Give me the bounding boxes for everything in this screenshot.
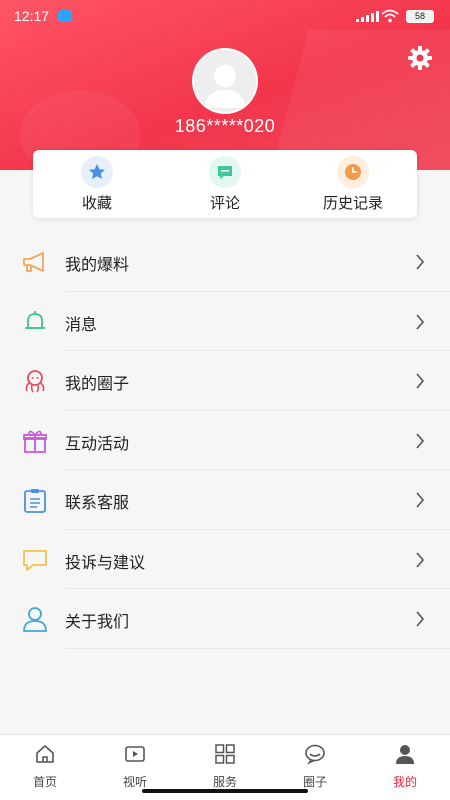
clock-icon [337, 156, 369, 188]
comment-icon [209, 156, 241, 188]
grid-icon [215, 744, 235, 764]
home-icon [36, 745, 54, 763]
chevron-right-icon [416, 254, 425, 270]
user-icon [396, 745, 414, 764]
wifi-icon [381, 9, 399, 23]
tab-label: 我的 [392, 775, 417, 789]
octopus-icon [25, 370, 45, 393]
status-bar: 12:17 58 [0, 0, 450, 32]
menu-list: 我的爆料 消息 我的圈子 互动活动 联系客服 投诉与建议 关于我们 [0, 232, 450, 649]
comments-button[interactable]: 评论 [165, 156, 285, 216]
quick-actions-card: 收藏 评论 历史记录 [33, 150, 417, 218]
tab-mine[interactable]: 我的 [360, 735, 450, 800]
divider [65, 647, 450, 649]
cloud-app-icon [58, 10, 72, 22]
gift-icon [23, 430, 47, 453]
default-avatar-icon [204, 65, 246, 108]
menu-item-label: 我的爆料 [65, 255, 130, 274]
star-icon [81, 156, 113, 188]
favorites-label: 收藏 [81, 194, 112, 212]
gear-icon[interactable] [406, 44, 434, 72]
chat-bubble-icon [23, 549, 47, 571]
tab-label: 视听 [122, 775, 147, 789]
battery-icon: 58 [406, 10, 434, 23]
history-button[interactable]: 历史记录 [293, 156, 413, 216]
menu-item-label: 投诉与建议 [65, 552, 146, 572]
history-label: 历史记录 [322, 194, 383, 212]
chevron-right-icon [416, 611, 425, 627]
menu-item-label: 互动活动 [65, 433, 130, 453]
menu-item-my-reports[interactable]: 我的爆料 [0, 232, 450, 292]
menu-item-about-us[interactable]: 关于我们 [0, 589, 450, 649]
menu-item-customer-service[interactable]: 联系客服 [0, 470, 450, 530]
tab-label: 服务 [212, 775, 237, 789]
home-indicator[interactable] [142, 789, 308, 793]
megaphone-icon [23, 252, 44, 272]
menu-item-my-circles[interactable]: 我的圈子 [0, 351, 450, 411]
chevron-right-icon [416, 373, 425, 389]
menu-item-activities[interactable]: 互动活动 [0, 411, 450, 470]
bell-icon [25, 310, 45, 329]
clipboard-icon [24, 489, 46, 513]
signal-icon [356, 11, 379, 22]
menu-item-messages[interactable]: 消息 [0, 292, 450, 351]
menu-item-feedback[interactable]: 投诉与建议 [0, 530, 450, 589]
chevron-right-icon [416, 432, 425, 449]
menu-item-label: 联系客服 [65, 493, 130, 512]
person-icon [23, 607, 47, 632]
tab-home[interactable]: 首页 [0, 735, 90, 800]
menu-item-label: 我的圈子 [65, 374, 130, 393]
chevron-right-icon [416, 551, 425, 568]
menu-item-label: 关于我们 [65, 612, 130, 631]
comments-label: 评论 [209, 194, 240, 212]
chevron-right-icon [416, 313, 425, 330]
tab-label: 首页 [32, 775, 57, 789]
avatar[interactable] [192, 48, 258, 114]
menu-item-label: 消息 [65, 314, 98, 334]
chevron-right-icon [416, 492, 425, 508]
favorites-button[interactable]: 收藏 [37, 156, 157, 216]
circle-chat-icon [305, 744, 325, 765]
status-time: 12:17 [14, 8, 50, 24]
play-icon [125, 746, 145, 762]
user-phone[interactable]: 186*****020 [0, 116, 450, 137]
tab-label: 圈子 [302, 775, 327, 789]
